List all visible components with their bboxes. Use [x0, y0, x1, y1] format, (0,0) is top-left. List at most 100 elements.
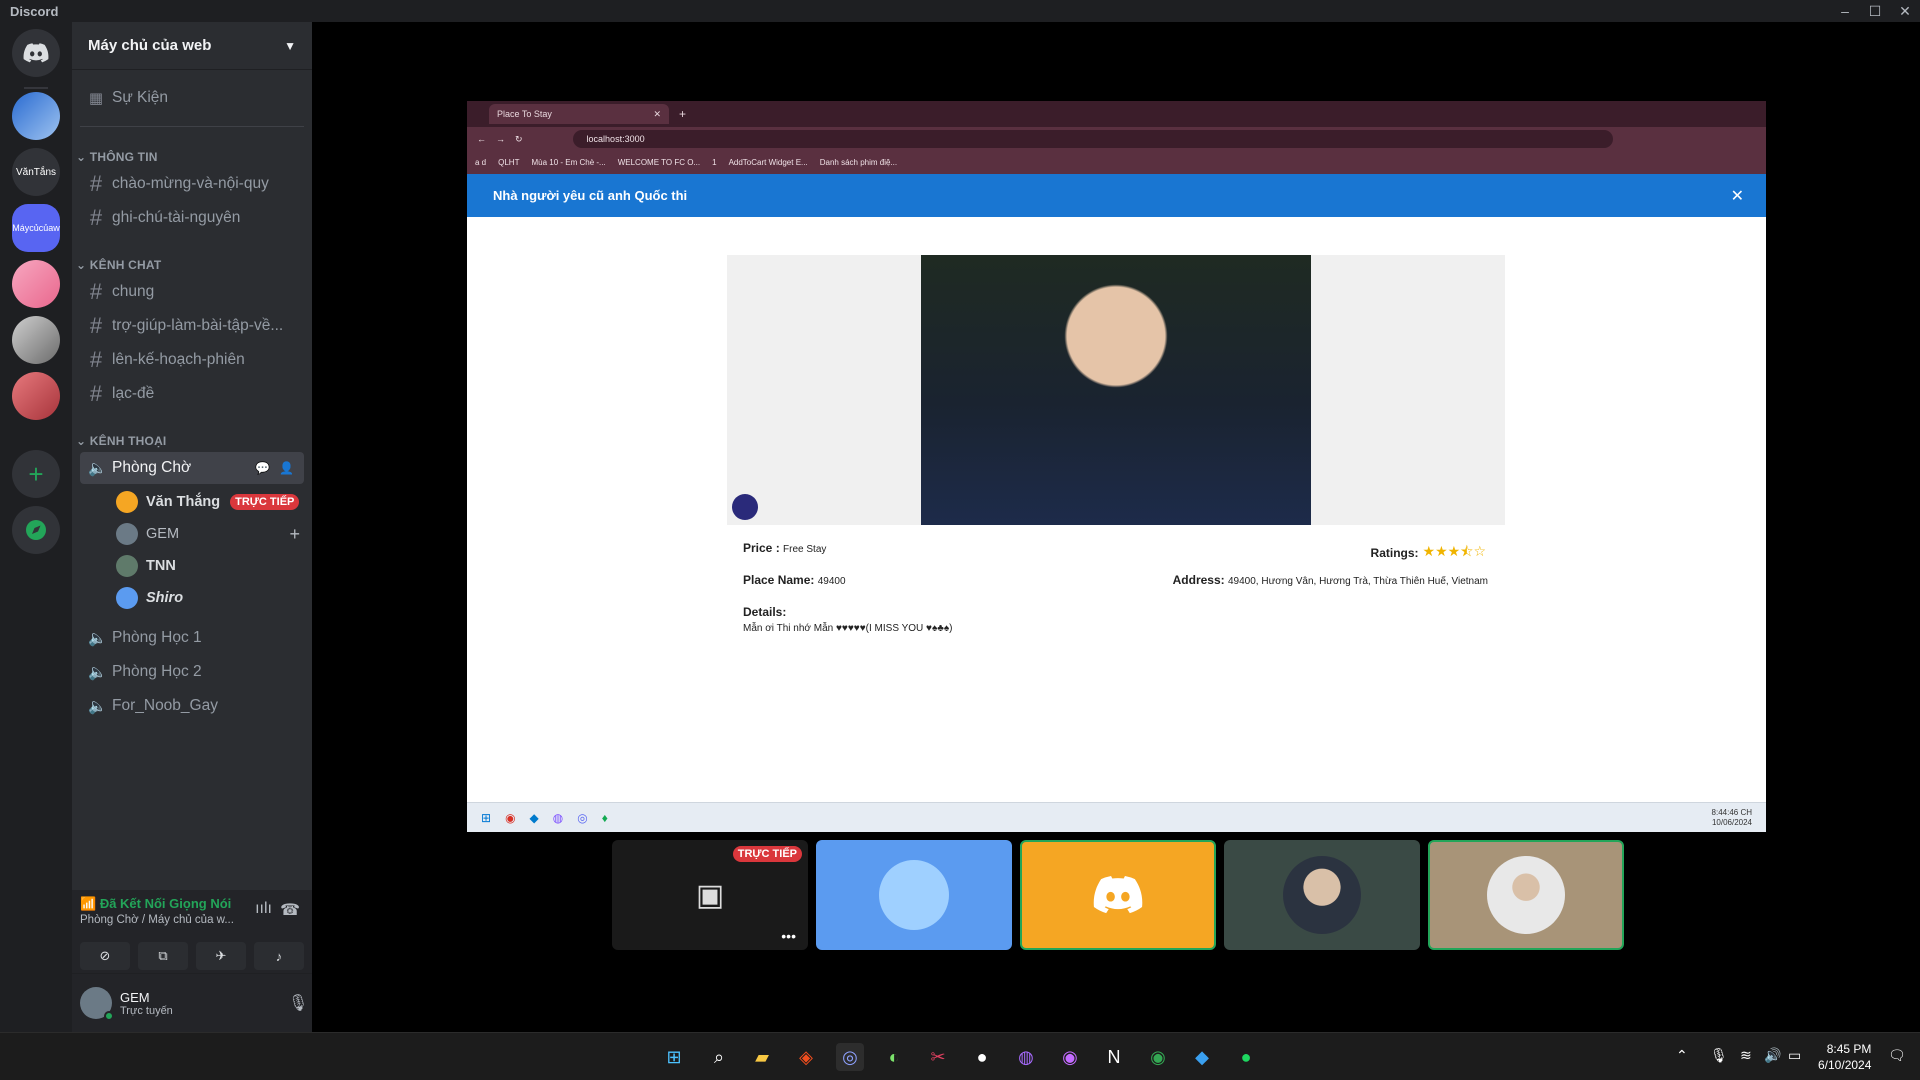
mic-icon[interactable]: 🎙	[288, 993, 308, 1013]
category-info[interactable]: ⌄ THÔNG TIN	[76, 150, 158, 164]
voice-location[interactable]: Phòng Chờ / Máy chủ của w...	[80, 914, 234, 926]
volume-icon[interactable]: 🔊	[1764, 1047, 1781, 1064]
home-discord-button[interactable]	[12, 29, 60, 77]
chrome-icon[interactable]: ◉	[1144, 1043, 1172, 1071]
close-icon[interactable]: ✕	[1731, 186, 1744, 206]
discover-button[interactable]	[12, 506, 60, 554]
windows-icon[interactable]: ⊞	[481, 811, 491, 825]
bookmark[interactable]: Mùa 10 - Em Chè -...	[531, 158, 605, 167]
wifi-icon[interactable]: ≋	[1740, 1047, 1752, 1064]
shared-browser-screen[interactable]: Place To Stay ✕ + ← → ↻ localhost:3000 a …	[467, 101, 1766, 832]
vscode-icon[interactable]: ◆	[530, 811, 539, 825]
close-icon[interactable]: ✕	[653, 109, 661, 120]
messenger-icon[interactable]: ◍	[553, 811, 563, 825]
activity-button[interactable]: ✈	[196, 942, 246, 970]
search-icon[interactable]: ⌕	[705, 1043, 733, 1071]
new-tab-icon[interactable]: +	[679, 107, 686, 121]
disconnect-icon[interactable]: ☎	[280, 900, 300, 920]
stream-tile[interactable]: TRỰC TIẾP ▣ •••	[612, 840, 808, 950]
minimize-button[interactable]: –	[1830, 0, 1860, 22]
chrome-icon[interactable]: ◉	[505, 811, 515, 825]
channel-lac-de[interactable]: # lạc-đề	[80, 378, 304, 410]
chat-icon[interactable]: 💬	[255, 461, 270, 475]
hash-icon: #	[89, 171, 103, 196]
place-name-row: Place Name: 49400	[743, 573, 846, 587]
app-icon[interactable]: ◉	[1056, 1043, 1084, 1071]
bookmark[interactable]: a d	[475, 158, 486, 167]
bookmark[interactable]: AddToCart Widget E...	[729, 158, 808, 167]
voice-channel-phong-hoc-2[interactable]: 🔈 Phòng Học 2	[80, 656, 304, 688]
server-icon-fox[interactable]	[12, 372, 60, 420]
server-icon-meme[interactable]	[12, 316, 60, 364]
voice-channel-phong-cho[interactable]: 🔈 Phòng Chờ 💬 👤	[80, 452, 304, 484]
avatar[interactable]	[80, 987, 114, 1021]
category-chat[interactable]: ⌄ KÊNH CHAT	[76, 258, 161, 272]
discord-avatar-tile[interactable]	[1020, 840, 1216, 950]
bookmark[interactable]: QLHT	[498, 158, 519, 167]
invite-icon[interactable]: 👤	[279, 461, 294, 475]
server-icon-anime[interactable]	[12, 260, 60, 308]
chevron-down-icon: ▼	[284, 38, 296, 53]
mic-icon[interactable]: 🎙	[1710, 1047, 1728, 1064]
notification-icon[interactable]: 🗨	[1888, 1047, 1906, 1064]
voice-user-tnn[interactable]: TNN	[116, 552, 306, 580]
server-icon-maychu[interactable]: Máycủcủaw	[12, 204, 60, 252]
voice-user-shiro[interactable]: Shiro	[116, 584, 306, 612]
windows-start-icon[interactable]: ⊞	[660, 1043, 688, 1071]
figma-icon[interactable]: ◈	[792, 1043, 820, 1071]
voice-channel-for-noob[interactable]: 🔈 For_Noob_Gay	[80, 690, 304, 722]
channel-chung[interactable]: # chung	[80, 276, 304, 308]
live-badge: TRỰC TIẾP	[230, 494, 300, 510]
server-name: Máy chủ của web	[88, 37, 212, 54]
plus-icon[interactable]: +	[289, 524, 300, 545]
server-icon-1[interactable]	[12, 92, 60, 140]
snipping-icon[interactable]: ✂	[924, 1043, 952, 1071]
app-icon[interactable]: ◐	[880, 1043, 908, 1071]
url-field[interactable]: localhost:3000	[572, 130, 1613, 148]
add-server-button[interactable]: +	[12, 450, 60, 498]
channel-chao-mung[interactable]: # chào-mừng-và-nội-quy	[80, 168, 304, 200]
system-clock[interactable]: 8:45 PM 6/10/2024	[1818, 1041, 1871, 1073]
events-item[interactable]: ▦ Sự Kiện	[80, 82, 304, 114]
battery-icon[interactable]: ▭	[1788, 1047, 1801, 1064]
browser-tab[interactable]: Place To Stay ✕	[489, 104, 669, 124]
voice-status[interactable]: 📶 Đã Kết Nối Giọng Nói	[80, 896, 231, 912]
more-icon[interactable]: •••	[781, 928, 796, 944]
bookmark[interactable]: 1	[712, 158, 716, 167]
notion-icon[interactable]: N	[1100, 1043, 1128, 1071]
avatar-person-tile[interactable]	[1224, 840, 1420, 950]
discord-icon[interactable]: ◎	[577, 811, 587, 825]
avatar-hoodie-tile[interactable]	[1428, 840, 1624, 950]
soundboard-button[interactable]: ♪	[254, 942, 304, 970]
app-icon[interactable]: ●	[968, 1043, 996, 1071]
channel-ke-hoach[interactable]: # lên-kế-hoạch-phiên	[80, 344, 304, 376]
folder-icon[interactable]: ▰	[748, 1043, 776, 1071]
back-icon[interactable]: ←	[477, 134, 486, 144]
camera-button[interactable]: ⊘	[80, 942, 130, 970]
discord-icon[interactable]: ◎	[836, 1043, 864, 1071]
mongodb-icon[interactable]: ♦	[602, 811, 608, 825]
events-label: Sự Kiện	[112, 89, 169, 106]
vscode-icon[interactable]: ◆	[1188, 1043, 1216, 1071]
voice-user-gem[interactable]: GEM +	[116, 520, 306, 548]
noise-suppression-icon[interactable]: ıılı	[255, 900, 272, 918]
server-icon-vantang[interactable]: VănTắns	[12, 148, 60, 196]
listing-image-area	[727, 255, 1505, 525]
channel-ghi-chu[interactable]: # ghi-chú-tài-nguyên	[80, 202, 304, 234]
bookmark[interactable]: Danh sách phim điệ...	[820, 158, 897, 167]
server-header[interactable]: Máy chủ của web ▼	[72, 22, 312, 70]
chevron-up-icon[interactable]: ⌃	[1676, 1047, 1688, 1064]
voice-user-van-thang[interactable]: Văn Thắng TRỰC TIẾP	[116, 488, 306, 516]
spotify-icon[interactable]: ●	[1232, 1043, 1260, 1071]
reload-icon[interactable]: ↻	[515, 134, 523, 145]
voice-channel-phong-hoc-1[interactable]: 🔈 Phòng Học 1	[80, 622, 304, 654]
messenger-icon[interactable]: ◍	[1012, 1043, 1040, 1071]
forward-icon[interactable]: →	[496, 134, 505, 144]
close-button[interactable]: ✕	[1890, 0, 1920, 22]
maximize-button[interactable]: ☐	[1860, 0, 1890, 22]
bookmark[interactable]: WELCOME TO FC O...	[618, 158, 700, 167]
category-voice[interactable]: ⌄ KÊNH THOẠI	[76, 434, 166, 448]
channel-tro-giup[interactable]: # trợ-giúp-làm-bài-tập-về...	[80, 310, 304, 342]
avatar-anime-tile[interactable]	[816, 840, 1012, 950]
screen-share-button[interactable]: ⧉	[138, 942, 188, 970]
